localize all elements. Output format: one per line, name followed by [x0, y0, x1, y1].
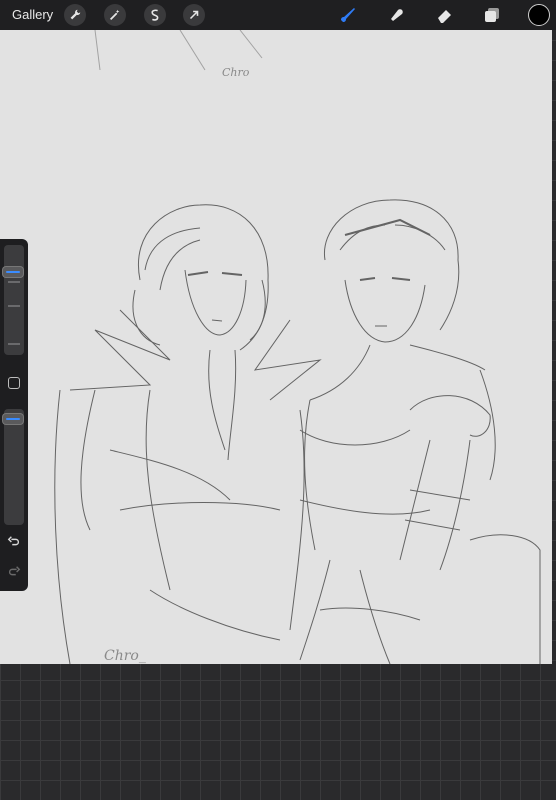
top-toolbar: Gallery: [0, 0, 556, 30]
wrench-icon[interactable]: [64, 4, 86, 26]
brush-icon[interactable]: [338, 4, 360, 26]
brush-size-slider[interactable]: [4, 245, 24, 355]
eraser-icon[interactable]: [434, 4, 456, 26]
modify-button[interactable]: [8, 377, 20, 389]
transform-arrow-icon[interactable]: [183, 4, 205, 26]
sketch-artwork: [54, 30, 541, 664]
opacity-thumb[interactable]: [3, 414, 23, 425]
redo-icon[interactable]: [7, 565, 21, 579]
undo-icon[interactable]: [7, 535, 21, 549]
drawing-canvas[interactable]: Chro_ Chro: [0, 30, 552, 664]
selection-icon[interactable]: [144, 4, 166, 26]
smudge-icon[interactable]: [386, 4, 408, 26]
opacity-slider[interactable]: [4, 409, 24, 525]
signature-top: Chro: [222, 66, 250, 79]
brush-size-thumb[interactable]: [3, 267, 23, 277]
slider-tick: [8, 281, 20, 283]
signature-bottom: Chro_: [104, 648, 146, 664]
color-picker-swatch[interactable]: [528, 4, 550, 26]
brush-sliders-panel: [0, 239, 28, 591]
layers-icon[interactable]: [481, 4, 503, 26]
slider-tick: [8, 305, 20, 307]
magic-wand-icon[interactable]: [104, 4, 126, 26]
gallery-button[interactable]: Gallery: [12, 7, 53, 22]
slider-tick: [8, 343, 20, 345]
